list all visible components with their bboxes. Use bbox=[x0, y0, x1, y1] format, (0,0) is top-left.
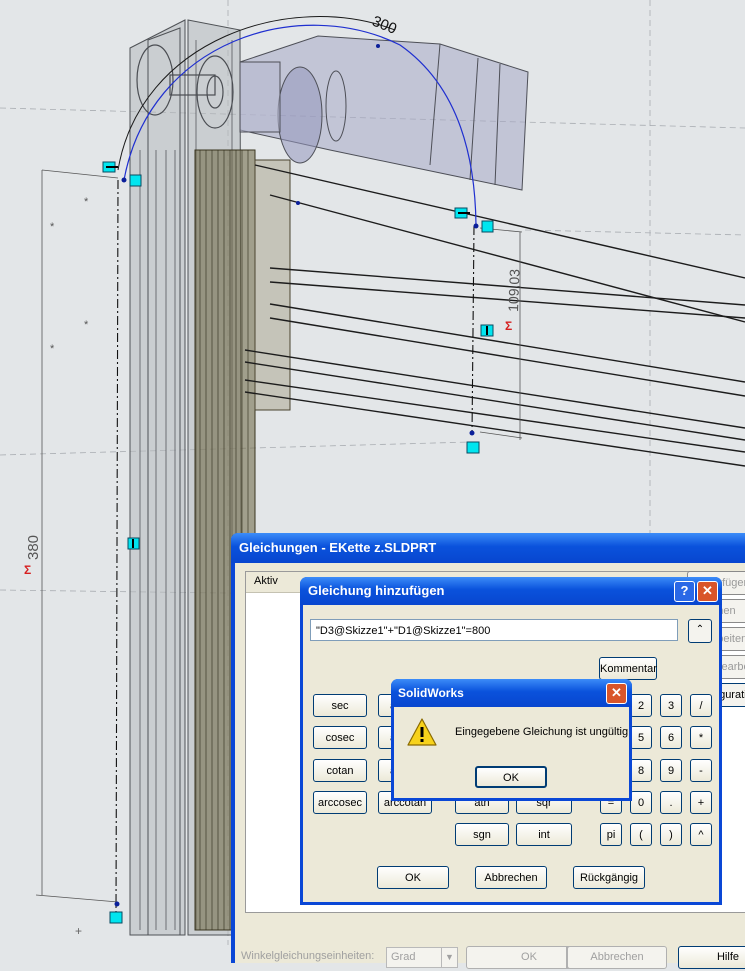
equation-input[interactable]: "D3@Skizze1"+"D1@Skizze1"=800 bbox=[310, 619, 678, 641]
angle-units-label: Winkelgleichungseinheiten: bbox=[241, 950, 375, 962]
add-equation-cancel-button[interactable]: Abbrechen bbox=[475, 866, 547, 889]
undo-button[interactable]: Rückgängig bbox=[573, 866, 645, 889]
help-button[interactable]: Hilfe bbox=[678, 946, 745, 969]
svg-text:*: * bbox=[84, 196, 89, 208]
error-message: Eingegebene Gleichung ist ungültig bbox=[455, 726, 629, 738]
warning-icon bbox=[407, 718, 437, 746]
error-dialog-title[interactable]: SolidWorks ✕ bbox=[391, 679, 632, 707]
origin-marker: + bbox=[75, 924, 82, 938]
chevron-down-icon: ▼ bbox=[441, 948, 457, 967]
collapse-button[interactable]: ⌃ bbox=[688, 619, 712, 643]
equations-window-title[interactable]: Gleichungen - EKette z.SLDPRT bbox=[231, 533, 745, 563]
key-9[interactable]: 9 bbox=[660, 759, 682, 782]
angle-units-select[interactable]: Grad ▼ bbox=[386, 947, 458, 968]
key-int[interactable]: int bbox=[516, 823, 572, 846]
key-sgn[interactable]: sgn bbox=[455, 823, 509, 846]
key-left-paren[interactable]: ( bbox=[630, 823, 652, 846]
key-decimal[interactable]: . bbox=[660, 791, 682, 814]
key-8[interactable]: 8 bbox=[630, 759, 652, 782]
add-equation-title-text: Gleichung hinzufügen bbox=[308, 583, 445, 598]
key-divide[interactable]: / bbox=[690, 694, 712, 717]
key-6[interactable]: 6 bbox=[660, 726, 682, 749]
svg-text:*: * bbox=[84, 319, 89, 331]
help-icon[interactable]: ? bbox=[674, 581, 695, 602]
key-cosec[interactable]: cosec bbox=[313, 726, 367, 749]
star-markers: * * * * bbox=[50, 196, 89, 355]
key-right-paren[interactable]: ) bbox=[660, 823, 682, 846]
error-dialog-title-text: SolidWorks bbox=[398, 686, 464, 700]
key-5[interactable]: 5 bbox=[630, 726, 652, 749]
key-sec[interactable]: sec bbox=[313, 694, 367, 717]
svg-text:*: * bbox=[50, 343, 55, 355]
vertical-dimension[interactable]: 109,03 bbox=[505, 269, 522, 313]
horizontal-rods bbox=[244, 164, 745, 467]
key-plus[interactable]: + bbox=[690, 791, 712, 814]
error-dialog[interactable]: SolidWorks ✕ Eingegebene Gleichung ist u… bbox=[391, 679, 632, 801]
close-icon[interactable]: ✕ bbox=[606, 683, 627, 704]
key-minus[interactable]: - bbox=[690, 759, 712, 782]
svg-text:*: * bbox=[50, 221, 55, 233]
key-2[interactable]: 2 bbox=[630, 694, 652, 717]
close-icon[interactable]: ✕ bbox=[697, 581, 718, 602]
key-pi[interactable]: pi bbox=[600, 823, 622, 846]
equations-footer: Winkelgleichungseinheiten: Grad ▼ OK Abbr… bbox=[241, 945, 745, 971]
add-equation-ok-button[interactable]: OK bbox=[377, 866, 449, 889]
key-3[interactable]: 3 bbox=[660, 694, 682, 717]
key-power[interactable]: ^ bbox=[690, 823, 712, 846]
equations-cancel-button[interactable]: Abbrechen bbox=[567, 946, 667, 969]
svg-text:Σ: Σ bbox=[24, 563, 31, 577]
column-active-header[interactable]: Aktiv bbox=[246, 572, 286, 590]
error-dialog-body: Eingegebene Gleichung ist ungültig OK bbox=[394, 707, 629, 798]
key-multiply[interactable]: * bbox=[690, 726, 712, 749]
add-equation-title[interactable]: Gleichung hinzufügen ? ✕ bbox=[300, 577, 722, 605]
error-ok-button[interactable]: OK bbox=[475, 766, 547, 788]
key-arccosec[interactable]: arccosec bbox=[313, 791, 367, 814]
comment-button[interactable]: Kommentar bbox=[599, 657, 657, 680]
svg-text:Σ: Σ bbox=[505, 319, 512, 333]
key-0[interactable]: 0 bbox=[630, 791, 652, 814]
key-cotan[interactable]: cotan bbox=[313, 759, 367, 782]
height-dimension[interactable]: 380 bbox=[25, 535, 42, 560]
